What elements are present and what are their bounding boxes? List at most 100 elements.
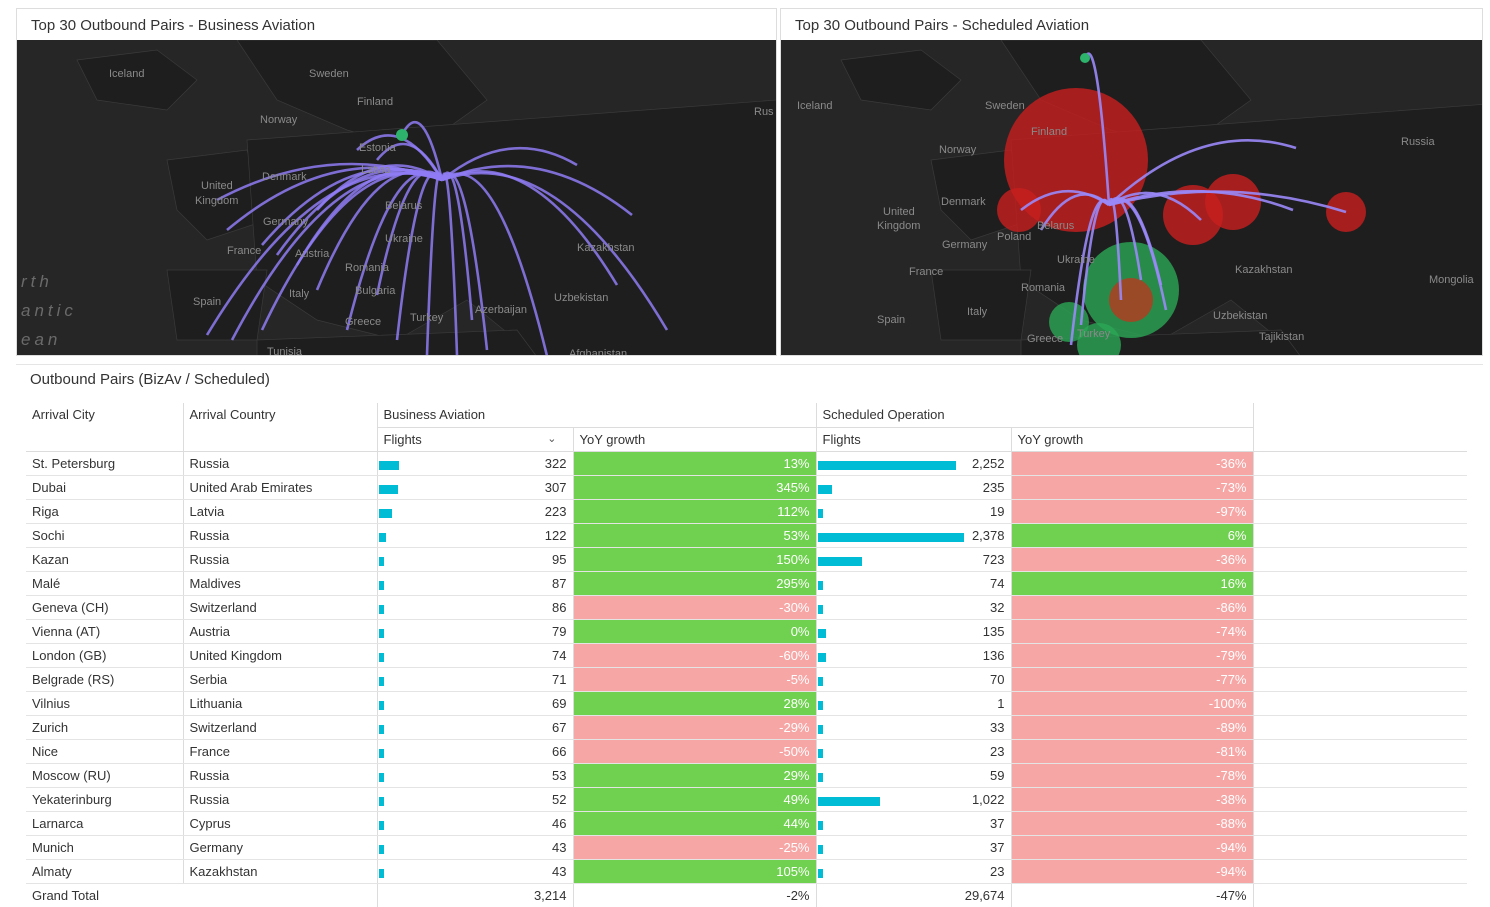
table-row[interactable]: St. Petersburg Russia 322 13% 2,252 -36%	[26, 451, 1467, 476]
table-row[interactable]: Nice France 66 -50% 23 -81%	[26, 739, 1467, 764]
biz-flights-value: 69	[552, 695, 567, 711]
bizav-map-label: Belarus	[385, 200, 423, 212]
table-row[interactable]: Zurich Switzerland 67 -29% 33 -89%	[26, 715, 1467, 740]
table-row[interactable]: Sochi Russia 122 53% 2,378 6%	[26, 523, 1467, 548]
cell-sch-yoy: 6%	[1010, 523, 1253, 548]
cell-city: Sochi	[26, 523, 183, 548]
cell-country: Russia	[182, 523, 377, 548]
cell-sch-yoy: -89%	[1010, 715, 1253, 740]
cell-biz-flights: 122	[376, 523, 573, 548]
table-title: Outbound Pairs (BizAv / Scheduled)	[30, 371, 270, 388]
cell-country: United Arab Emirates	[182, 475, 377, 500]
bizav-map-label: United	[201, 180, 233, 192]
sched-map-label: Poland	[997, 231, 1032, 243]
sch-flights-bar	[817, 604, 823, 614]
biz-flights-bar	[378, 484, 398, 494]
bizav-map[interactable]: Iceland Sweden Finland Norway Estonia Latvia D…	[17, 40, 776, 355]
cell-sch-yoy: -74%	[1010, 619, 1253, 644]
table-row[interactable]: Kazan Russia 95 150% 723 -36%	[26, 547, 1467, 572]
bizav-map-canvas[interactable]	[17, 40, 776, 355]
cell-biz-flights: 79	[376, 619, 573, 644]
table-row[interactable]: Larnarca Cyprus 46 44% 37 -88%	[26, 811, 1467, 836]
col-arrival-country[interactable]: Arrival Country	[182, 403, 377, 452]
sched-map[interactable]: Iceland Sweden Finland Norway Russia Denmark U…	[781, 40, 1482, 355]
cell-spacer	[1252, 571, 1467, 596]
cell-spacer	[1252, 859, 1467, 884]
sch-flights-value: 59	[990, 767, 1005, 783]
sch-flights-value: 37	[990, 839, 1005, 855]
cell-biz-flights: 95	[376, 547, 573, 572]
table-row[interactable]: Almaty Kazakhstan 43 105% 23 -94%	[26, 859, 1467, 884]
biz-flights-bar	[378, 580, 384, 590]
sched-map-title: Top 30 Outbound Pairs - Scheduled Aviati…	[795, 17, 1090, 34]
cell-sch-yoy: -97%	[1010, 499, 1253, 524]
bizav-map-label: Ukraine	[385, 233, 423, 245]
cell-biz-flights: 74	[376, 643, 573, 668]
cell-biz-flights: 307	[376, 475, 573, 500]
col-arrival-city[interactable]: Arrival City	[26, 403, 183, 452]
sched-map-label: Romania	[1021, 282, 1066, 294]
table-row[interactable]: Riga Latvia 223 112% 19 -97%	[26, 499, 1467, 524]
table-row[interactable]: London (GB) United Kingdom 74 -60% 136 -79%	[26, 643, 1467, 668]
table-row[interactable]: Dubai United Arab Emirates 307 345% 235 -73%	[26, 475, 1467, 500]
table-row[interactable]: Belgrade (RS) Serbia 71 -5% 70 -77%	[26, 667, 1467, 692]
cell-sch-yoy: -88%	[1010, 811, 1253, 836]
sched-map-label: Spain	[877, 314, 906, 326]
biz-flights-value: 66	[552, 743, 567, 759]
cell-biz-yoy: 29%	[572, 763, 816, 788]
bizav-map-label: Uzbekistan	[554, 292, 609, 304]
table-row[interactable]: Geneva (CH) Switzerland 86 -30% 32 -86%	[26, 595, 1467, 620]
chevron-down-icon[interactable]: ⌄	[547, 432, 556, 445]
biz-flights-value: 79	[552, 623, 567, 639]
cell-sch-flights: 32	[815, 595, 1011, 620]
cell-city: Vilnius	[26, 691, 183, 716]
cell-sch-flights: 2,378	[815, 523, 1011, 548]
cell-country: Austria	[182, 619, 377, 644]
biz-flights-bar	[378, 508, 393, 518]
biz-flights-value: 74	[552, 647, 567, 663]
biz-flights-value: 307	[544, 479, 567, 495]
bizav-map-label: Afghanistan	[569, 348, 628, 355]
sch-flights-bar	[817, 508, 823, 518]
biz-flights-value: 43	[552, 839, 567, 855]
bizav-map-label: Norway	[260, 114, 298, 126]
cell-sch-yoy: 16%	[1010, 571, 1253, 596]
sch-flights-value: 19	[990, 503, 1005, 519]
cell-sch-flights: 37	[815, 811, 1011, 836]
col-sch-yoy[interactable]: YoY growth	[1010, 427, 1254, 452]
cell-city: Malé	[26, 571, 183, 596]
cell-sch-yoy: -86%	[1010, 595, 1253, 620]
sch-flights-value: 37	[990, 815, 1005, 831]
biz-flights-bar	[378, 652, 384, 662]
table-row[interactable]: Yekaterinburg Russia 52 49% 1,022 -38%	[26, 787, 1467, 812]
cell-biz-yoy: 105%	[572, 859, 816, 884]
cell-biz-yoy: 345%	[572, 475, 816, 500]
grand-total-biz-flights: 3,214	[376, 883, 573, 907]
origin-marker	[396, 129, 408, 141]
sch-flights-bar	[817, 676, 823, 686]
biz-flights-value: 86	[552, 599, 567, 615]
table-row[interactable]: Vienna (AT) Austria 79 0% 135 -74%	[26, 619, 1467, 644]
col-sch-flights[interactable]: Flights	[815, 427, 1011, 452]
sched-map-label: Belarus	[1037, 220, 1075, 232]
sch-flights-value: 235	[982, 479, 1005, 495]
col-biz-flights[interactable]: Flights ⌄	[376, 427, 573, 452]
bizav-map-label: Sweden	[309, 68, 349, 80]
cell-sch-flights: 74	[815, 571, 1011, 596]
sched-map-canvas[interactable]	[781, 40, 1482, 355]
cell-biz-flights: 52	[376, 787, 573, 812]
table-row[interactable]: Vilnius Lithuania 69 28% 1 -100%	[26, 691, 1467, 716]
cell-city: Belgrade (RS)	[26, 667, 183, 692]
sched-map-label: France	[909, 266, 944, 278]
cell-biz-flights: 43	[376, 859, 573, 884]
cell-country: United Kingdom	[182, 643, 377, 668]
cell-city: Dubai	[26, 475, 183, 500]
sch-flights-value: 2,378	[971, 527, 1005, 543]
table-row[interactable]: Malé Maldives 87 295% 74 16%	[26, 571, 1467, 596]
table-row[interactable]: Moscow (RU) Russia 53 29% 59 -78%	[26, 763, 1467, 788]
table-row[interactable]: Munich Germany 43 -25% 37 -94%	[26, 835, 1467, 860]
sch-flights-bar	[817, 556, 862, 566]
cell-sch-yoy: -36%	[1010, 547, 1253, 572]
sch-flights-value: 723	[982, 551, 1005, 567]
col-biz-yoy[interactable]: YoY growth	[572, 427, 816, 452]
